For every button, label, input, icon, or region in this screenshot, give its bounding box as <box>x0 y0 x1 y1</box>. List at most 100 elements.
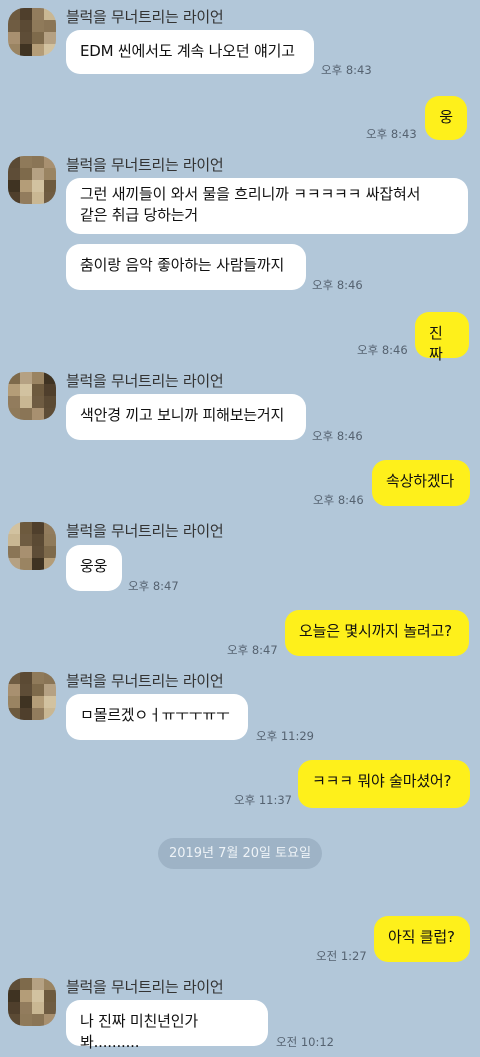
message-time: 오후 8:46 <box>357 343 408 357</box>
avatar-pixel <box>8 708 20 720</box>
avatar-pixel <box>20 558 32 570</box>
avatar-pixel <box>32 8 44 20</box>
avatar-pixel <box>8 180 20 192</box>
avatar-pixel <box>20 990 32 1002</box>
message-time: 오후 8:43 <box>321 63 372 77</box>
message-bubble-in[interactable]: ㅁ몰르겠ㅇㅓㅠㅜㅜㅠㅜ <box>66 694 248 740</box>
message-bubble-out[interactable]: 진짜 <box>415 312 469 363</box>
message-time: 오전 1:27 <box>316 949 367 963</box>
sender-name: 블럭을 무너트리는 라이언 <box>66 156 224 174</box>
avatar-pixel <box>32 156 44 168</box>
avatar-pixel <box>8 672 20 684</box>
avatar[interactable] <box>8 372 56 420</box>
avatar-pixel <box>44 522 56 534</box>
avatar-pixel <box>32 684 44 696</box>
message-time: 오후 8:46 <box>313 493 364 507</box>
avatar-pixel <box>20 180 32 192</box>
avatar-pixel <box>8 990 20 1002</box>
avatar-pixel <box>44 8 56 20</box>
avatar-pixel <box>32 20 44 32</box>
avatar-pixel <box>44 156 56 168</box>
avatar[interactable] <box>8 156 56 204</box>
avatar-pixel <box>20 156 32 168</box>
message-time: 오후 8:47 <box>227 643 278 657</box>
avatar-pixel <box>8 44 20 56</box>
avatar-pixel <box>8 546 20 558</box>
avatar-pixel <box>20 20 32 32</box>
avatar-pixel <box>8 558 20 570</box>
avatar-pixel <box>44 168 56 180</box>
avatar-pixel <box>32 384 44 396</box>
avatar-pixel <box>20 384 32 396</box>
avatar-pixel <box>44 672 56 684</box>
avatar-pixel <box>20 396 32 408</box>
avatar-pixel <box>20 696 32 708</box>
avatar-pixel <box>32 708 44 720</box>
avatar-pixel <box>44 1002 56 1014</box>
avatar-pixel <box>8 372 20 384</box>
sender-name: 블럭을 무너트리는 라이언 <box>66 672 224 690</box>
avatar-pixel <box>44 696 56 708</box>
avatar-pixel <box>20 44 32 56</box>
message-bubble-out[interactable]: ㅋㅋㅋ 뭐야 술마셨어? <box>298 760 470 808</box>
date-divider: 2019년 7월 20일 토요일 <box>158 838 322 869</box>
avatar[interactable] <box>8 8 56 56</box>
avatar-pixel <box>20 672 32 684</box>
message-time: 오후 11:37 <box>234 793 292 807</box>
avatar-pixel <box>32 32 44 44</box>
avatar-pixel <box>44 20 56 32</box>
message-time: 오후 8:46 <box>312 278 363 292</box>
avatar-pixel <box>32 396 44 408</box>
avatar-pixel <box>44 32 56 44</box>
message-bubble-in[interactable]: 나 진짜 미친년인가봐.......... <box>66 1000 268 1051</box>
avatar-pixel <box>32 1014 44 1026</box>
avatar-pixel <box>8 684 20 696</box>
avatar[interactable] <box>8 978 56 1026</box>
avatar-pixel <box>20 978 32 990</box>
avatar-pixel <box>8 522 20 534</box>
avatar-pixel <box>44 684 56 696</box>
message-bubble-in[interactable]: 그런 새끼들이 와서 물을 흐리니까 ㅋㅋㅋㅋㅋ 싸잡혀서 같은 취급 당하는거 <box>66 178 468 234</box>
avatar-pixel <box>44 558 56 570</box>
avatar-pixel <box>8 156 20 168</box>
message-bubble-in[interactable]: 춤이랑 음악 좋아하는 사람들까지 <box>66 244 306 290</box>
avatar-pixel <box>8 8 20 20</box>
avatar-pixel <box>44 44 56 56</box>
message-bubble-in[interactable]: 색안경 끼고 보니까 피해보는거지 <box>66 394 306 440</box>
avatar-pixel <box>20 168 32 180</box>
message-time: 오후 8:47 <box>128 579 179 593</box>
avatar-pixel <box>32 168 44 180</box>
avatar-pixel <box>20 1014 32 1026</box>
avatar-pixel <box>44 384 56 396</box>
avatar-pixel <box>44 978 56 990</box>
avatar-pixel <box>20 684 32 696</box>
avatar-pixel <box>20 522 32 534</box>
avatar-pixel <box>32 180 44 192</box>
avatar-pixel <box>8 32 20 44</box>
message-bubble-out[interactable]: 속상하겠다 <box>372 460 470 506</box>
message-bubble-in[interactable]: EDM 씬에서도 계속 나오던 얘기고 <box>66 30 314 74</box>
message-bubble-out[interactable]: 아직 클럽? <box>374 916 470 962</box>
message-bubble-in[interactable]: 웅웅 <box>66 545 122 591</box>
avatar-pixel <box>20 1002 32 1014</box>
avatar[interactable] <box>8 672 56 720</box>
avatar-pixel <box>20 534 32 546</box>
avatar-pixel <box>32 978 44 990</box>
message-bubble-out[interactable]: 오늘은 몇시까지 놀려고? <box>285 610 469 656</box>
avatar-pixel <box>32 408 44 420</box>
message-time: 오후 11:29 <box>256 729 314 743</box>
avatar-pixel <box>44 534 56 546</box>
avatar-pixel <box>32 44 44 56</box>
avatar-pixel <box>20 408 32 420</box>
avatar-pixel <box>44 396 56 408</box>
avatar-pixel <box>20 708 32 720</box>
avatar-pixel <box>32 672 44 684</box>
avatar-pixel <box>8 384 20 396</box>
avatar-pixel <box>8 168 20 180</box>
avatar[interactable] <box>8 522 56 570</box>
avatar-pixel <box>44 990 56 1002</box>
avatar-pixel <box>32 522 44 534</box>
message-bubble-out[interactable]: 웅 <box>425 96 467 140</box>
avatar-pixel <box>8 534 20 546</box>
avatar-pixel <box>8 192 20 204</box>
